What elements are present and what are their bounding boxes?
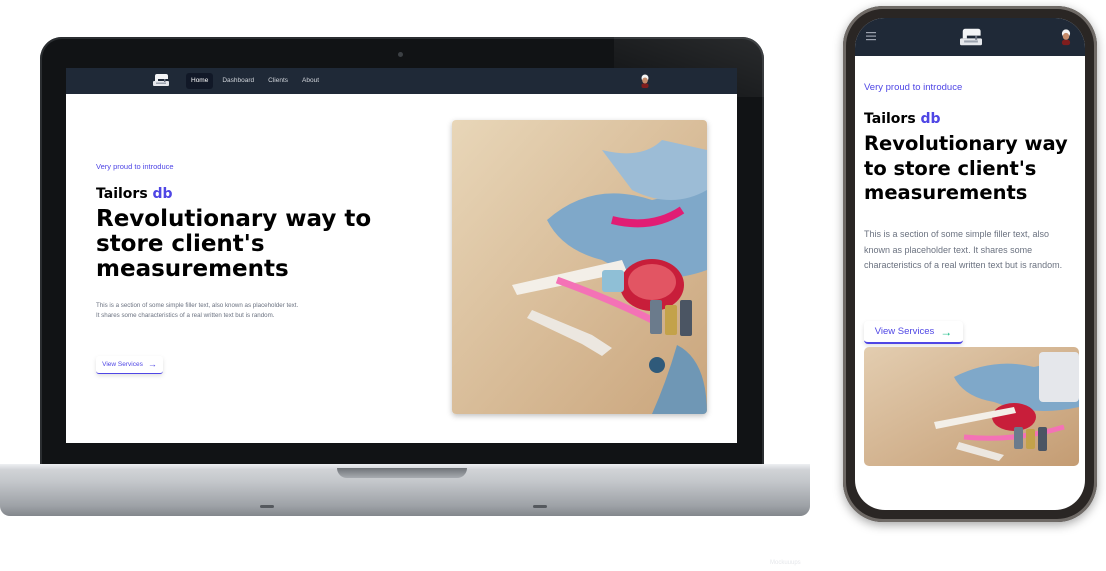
phone-navbar <box>855 18 1085 56</box>
sewing-machine-icon[interactable] <box>152 72 170 88</box>
hero-eyebrow: Very proud to introduce <box>96 162 174 171</box>
phone-view-services-button[interactable]: View Services → <box>864 321 963 344</box>
brand-name: Tailors db <box>96 186 173 202</box>
phone-brand-name: Tailors db <box>864 111 941 127</box>
user-avatar[interactable] <box>639 74 651 88</box>
phone-brand-accent: db <box>920 111 941 127</box>
view-services-button[interactable]: View Services → <box>96 356 163 374</box>
watermark: Mockuuups <box>770 560 801 566</box>
brand-accent: db <box>152 186 173 202</box>
phone-hero-title: Revolutionary way to store client's meas… <box>864 132 1068 204</box>
sewing-supplies-image <box>452 120 707 414</box>
laptop-screen: Home Dashboard Clients About Very proud … <box>66 68 737 443</box>
brand-main: Tailors <box>96 186 148 202</box>
laptop-foot-right <box>533 505 547 508</box>
nav-item-clients[interactable]: Clients <box>263 73 293 89</box>
webcam <box>398 52 403 57</box>
hamburger-menu-icon[interactable] <box>865 30 877 42</box>
phone-brand-main: Tailors <box>864 111 916 127</box>
view-services-label: View Services <box>102 361 143 368</box>
nav-item-about[interactable]: About <box>297 73 324 89</box>
user-avatar[interactable] <box>1059 28 1073 46</box>
arrow-right-icon: → <box>940 324 953 339</box>
laptop-foot-left <box>260 505 274 508</box>
nav-item-dashboard[interactable]: Dashboard <box>217 73 259 89</box>
laptop-notch <box>337 468 467 478</box>
phone-sewing-supplies-image <box>864 347 1079 466</box>
nav-item-home[interactable]: Home <box>186 73 214 89</box>
phone-screen: Very proud to introduce Tailors db Revol… <box>855 18 1085 510</box>
nav-links: Home Dashboard Clients About <box>186 73 324 89</box>
hero-title: Revolutionary way to store client's meas… <box>96 206 372 282</box>
arrow-right-icon: → <box>147 359 157 369</box>
hero-description: This is a section of some simple filler … <box>96 302 299 319</box>
phone-view-services-label: View Services <box>874 326 935 337</box>
phone-hero-eyebrow: Very proud to introduce <box>864 82 963 93</box>
top-navbar: Home Dashboard Clients About <box>66 68 737 94</box>
laptop-mockup: Home Dashboard Clients About Very proud … <box>0 0 820 571</box>
phone-mockup: Very proud to introduce Tailors db Revol… <box>843 6 1097 522</box>
sewing-machine-icon[interactable] <box>958 26 984 48</box>
phone-hero-description: This is a section of some simple filler … <box>864 229 1063 270</box>
